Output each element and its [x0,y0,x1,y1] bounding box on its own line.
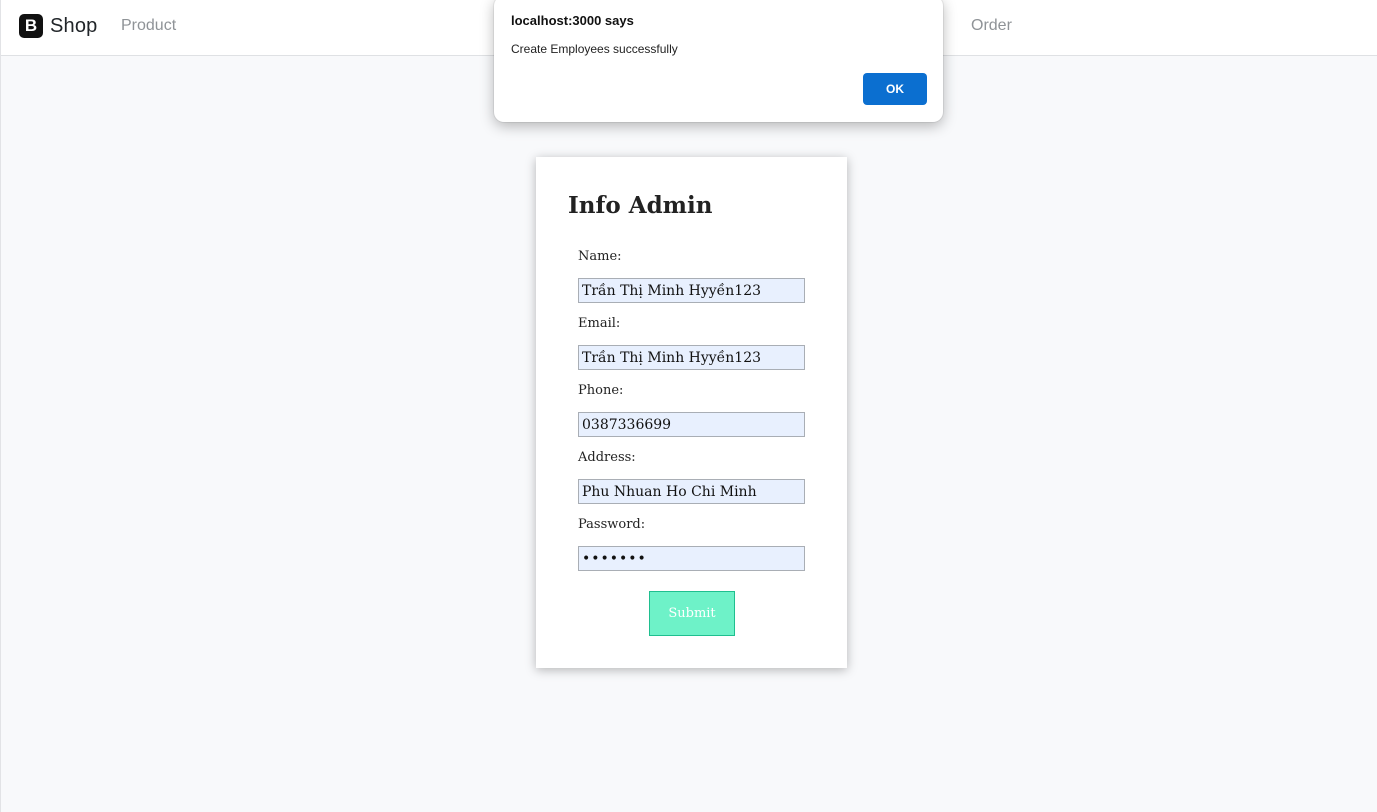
password-input[interactable] [578,546,805,571]
admin-info-card: Info Admin Name: Email: Phone: Address: … [536,157,847,668]
phone-input[interactable] [578,412,805,437]
phone-label: Phone: [578,383,624,398]
alert-title: localhost:3000 says [511,13,634,28]
alert-ok-button[interactable]: OK [863,73,927,105]
brand-name: Shop [50,14,98,37]
brand-link[interactable]: B Shop [19,14,98,38]
submit-button[interactable]: Submit [649,591,735,636]
name-input[interactable] [578,278,805,303]
alert-dialog: localhost:3000 says Create Employees suc… [494,0,943,122]
email-input[interactable] [578,345,805,370]
password-label: Password: [578,517,646,532]
card-title: Info Admin [568,192,713,219]
address-label: Address: [578,450,636,465]
nav-link-order[interactable]: Order [971,17,1012,35]
alert-message: Create Employees successfully [511,42,678,56]
bootstrap-logo-icon: B [19,14,43,38]
address-input[interactable] [578,479,805,504]
nav-link-product[interactable]: Product [121,17,176,35]
email-label: Email: [578,316,621,331]
name-label: Name: [578,249,622,264]
